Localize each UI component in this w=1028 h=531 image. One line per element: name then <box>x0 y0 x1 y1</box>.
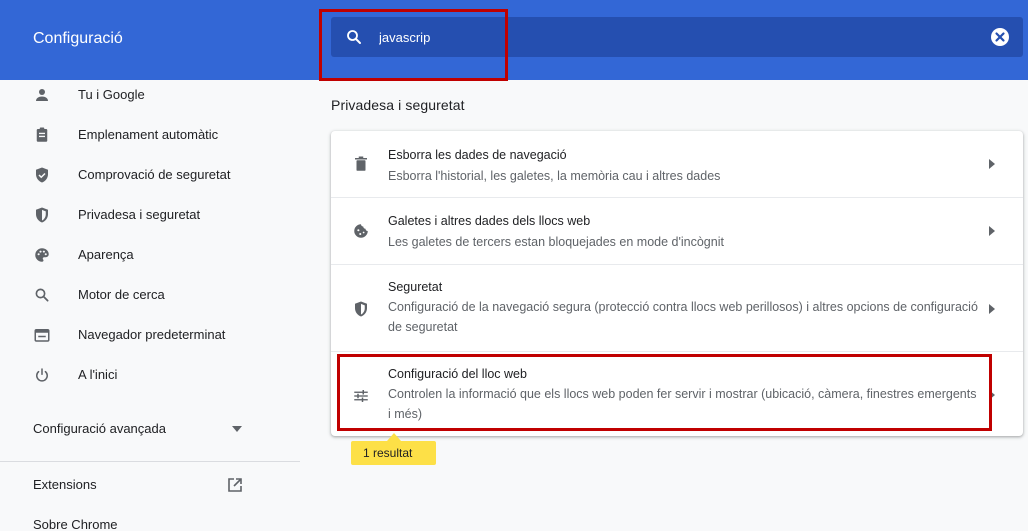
power-icon <box>36 368 48 382</box>
shield-half-icon <box>36 207 48 223</box>
app-title: Configuració <box>33 30 123 47</box>
sidebar-advanced-label: Configuració avançada <box>33 421 166 436</box>
search-icon <box>35 288 49 302</box>
browser-window-icon <box>34 329 50 342</box>
sidebar-item-appearance[interactable]: Aparença <box>0 240 300 272</box>
shield-half-icon <box>355 301 367 317</box>
cookie-icon <box>354 224 368 238</box>
arrow-right-icon <box>989 226 995 236</box>
row-title: Galetes i altres dades dels llocs web <box>388 214 591 228</box>
sidebar-item-search-engine[interactable]: Motor de cerca <box>0 280 300 312</box>
arrow-right-icon <box>989 159 995 169</box>
row-description: Esborra l'historial, les galetes, la mem… <box>388 169 721 183</box>
result-bubble-tail <box>387 433 401 441</box>
sidebar-item-label: Extensions <box>33 477 97 492</box>
row-description: Configuració de la navegació segura (pro… <box>388 300 978 334</box>
sidebar-item-label: Emplenament automàtic <box>78 127 219 142</box>
sidebar-item-label: Privadesa i seguretat <box>78 207 201 222</box>
close-icon <box>995 32 1005 42</box>
row-title: Seguretat <box>388 280 443 294</box>
trash-icon <box>355 156 367 171</box>
sidebar-item-on-startup[interactable]: A l'inici <box>0 360 300 392</box>
person-icon <box>36 89 48 101</box>
sidebar-item-label: Comprovació de seguretat <box>78 167 231 182</box>
search-result-count-bubble: 1 resultat <box>351 441 436 465</box>
clipboard-icon <box>36 127 48 142</box>
row-description: Les galetes de tercers estan bloquejades… <box>388 235 724 249</box>
sidebar-item-label: Motor de cerca <box>78 287 165 302</box>
sidebar: Tu i Google Emplenament automàtic Compro… <box>0 80 300 531</box>
sidebar-item-label: Sobre Chrome <box>33 517 118 531</box>
sidebar-item-label: A l'inici <box>78 367 118 382</box>
section-title: Privadesa i seguretat <box>331 97 465 113</box>
palette-icon <box>35 248 49 262</box>
arrow-right-icon <box>989 304 995 314</box>
row-title: Esborra les dades de navegació <box>388 148 567 162</box>
clear-search-button[interactable] <box>991 28 1009 46</box>
sidebar-divider <box>0 461 300 462</box>
row-clear-browsing-data[interactable]: Esborra les dades de navegació Esborra l… <box>331 131 1023 197</box>
sidebar-item-you-and-google[interactable]: Tu i Google <box>0 80 300 112</box>
top-bar: Configuració <box>0 0 1028 81</box>
site-settings-highlight-frame <box>337 354 992 431</box>
sidebar-item-safety-check[interactable]: Comprovació de seguretat <box>0 160 300 192</box>
shield-check-icon <box>36 167 48 183</box>
caret-down-icon <box>232 426 242 432</box>
row-cookies[interactable]: Galetes i altres dades dels llocs web Le… <box>331 198 1023 264</box>
open-in-new-icon[interactable] <box>227 477 243 493</box>
sidebar-item-label: Tu i Google <box>78 87 145 102</box>
sidebar-item-label: Aparença <box>78 247 134 262</box>
sidebar-item-privacy-security[interactable]: Privadesa i seguretat <box>0 200 300 232</box>
sidebar-advanced-toggle[interactable]: Configuració avançada <box>0 414 300 446</box>
sidebar-item-default-browser[interactable]: Navegador predeterminat <box>0 320 300 352</box>
sidebar-item-autofill[interactable]: Emplenament automàtic <box>0 120 300 152</box>
sidebar-item-about-chrome[interactable]: Sobre Chrome <box>0 510 300 531</box>
sidebar-item-extensions[interactable]: Extensions <box>0 470 300 502</box>
search-highlight-frame <box>319 9 508 81</box>
row-security[interactable]: Seguretat Configuració de la navegació s… <box>331 265 1023 351</box>
sidebar-item-label: Navegador predeterminat <box>78 327 226 342</box>
